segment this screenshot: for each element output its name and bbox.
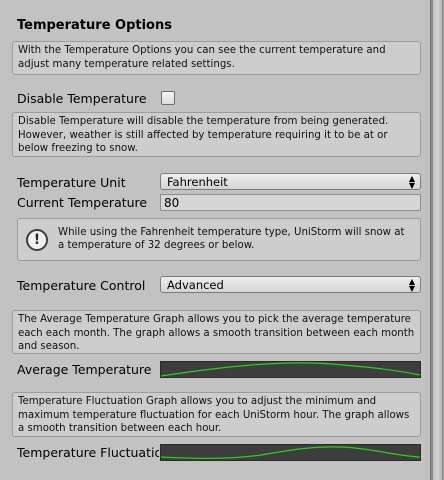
temperature-fluctuation-help-box: Temperature Fluctuation Graph allows you… bbox=[12, 392, 421, 437]
info-message-box: ! While using the Fahrenheit temperature… bbox=[17, 218, 421, 261]
temperature-control-dropdown[interactable]: Advanced ▲ ▼ bbox=[160, 276, 421, 293]
disable-temperature-checkbox[interactable] bbox=[161, 91, 175, 105]
average-temperature-curve-field[interactable] bbox=[160, 361, 421, 378]
average-temperature-label: Average Temperature bbox=[17, 362, 152, 377]
current-temperature-field[interactable]: 80 bbox=[160, 194, 421, 211]
temperature-fluctuation-label: Temperature Fluctuation bbox=[17, 445, 159, 460]
scrollbar-thumb[interactable] bbox=[432, 0, 443, 480]
temperature-fluctuation-curve bbox=[161, 446, 420, 459]
section-title: Temperature Options bbox=[17, 18, 172, 33]
info-message-text: While using the Fahrenheit temperature t… bbox=[58, 227, 405, 251]
temperature-fluctuation-curve-field[interactable] bbox=[160, 444, 421, 461]
temperature-unit-label: Temperature Unit bbox=[17, 175, 126, 190]
average-temperature-curve bbox=[161, 362, 420, 377]
intro-help-box: With the Temperature Options you can see… bbox=[12, 41, 421, 75]
info-icon: ! bbox=[26, 229, 48, 251]
current-temperature-label: Current Temperature bbox=[17, 195, 148, 210]
dropdown-arrows-icon: ▲ ▼ bbox=[408, 277, 415, 293]
disable-temperature-help-box: Disable Temperature will disable the tem… bbox=[12, 112, 421, 157]
average-temperature-help-box: The Average Temperature Graph allows you… bbox=[12, 310, 421, 354]
temperature-control-label: Temperature Control bbox=[17, 278, 146, 293]
temperature-unit-value: Fahrenheit bbox=[167, 175, 228, 189]
dropdown-arrows-icon: ▲ ▼ bbox=[408, 174, 415, 190]
temperature-unit-dropdown[interactable]: Fahrenheit ▲ ▼ bbox=[160, 173, 421, 190]
temperature-control-value: Advanced bbox=[167, 278, 224, 292]
disable-temperature-label: Disable Temperature bbox=[17, 91, 147, 106]
inspector-panel: Temperature Options With the Temperature… bbox=[0, 0, 430, 480]
